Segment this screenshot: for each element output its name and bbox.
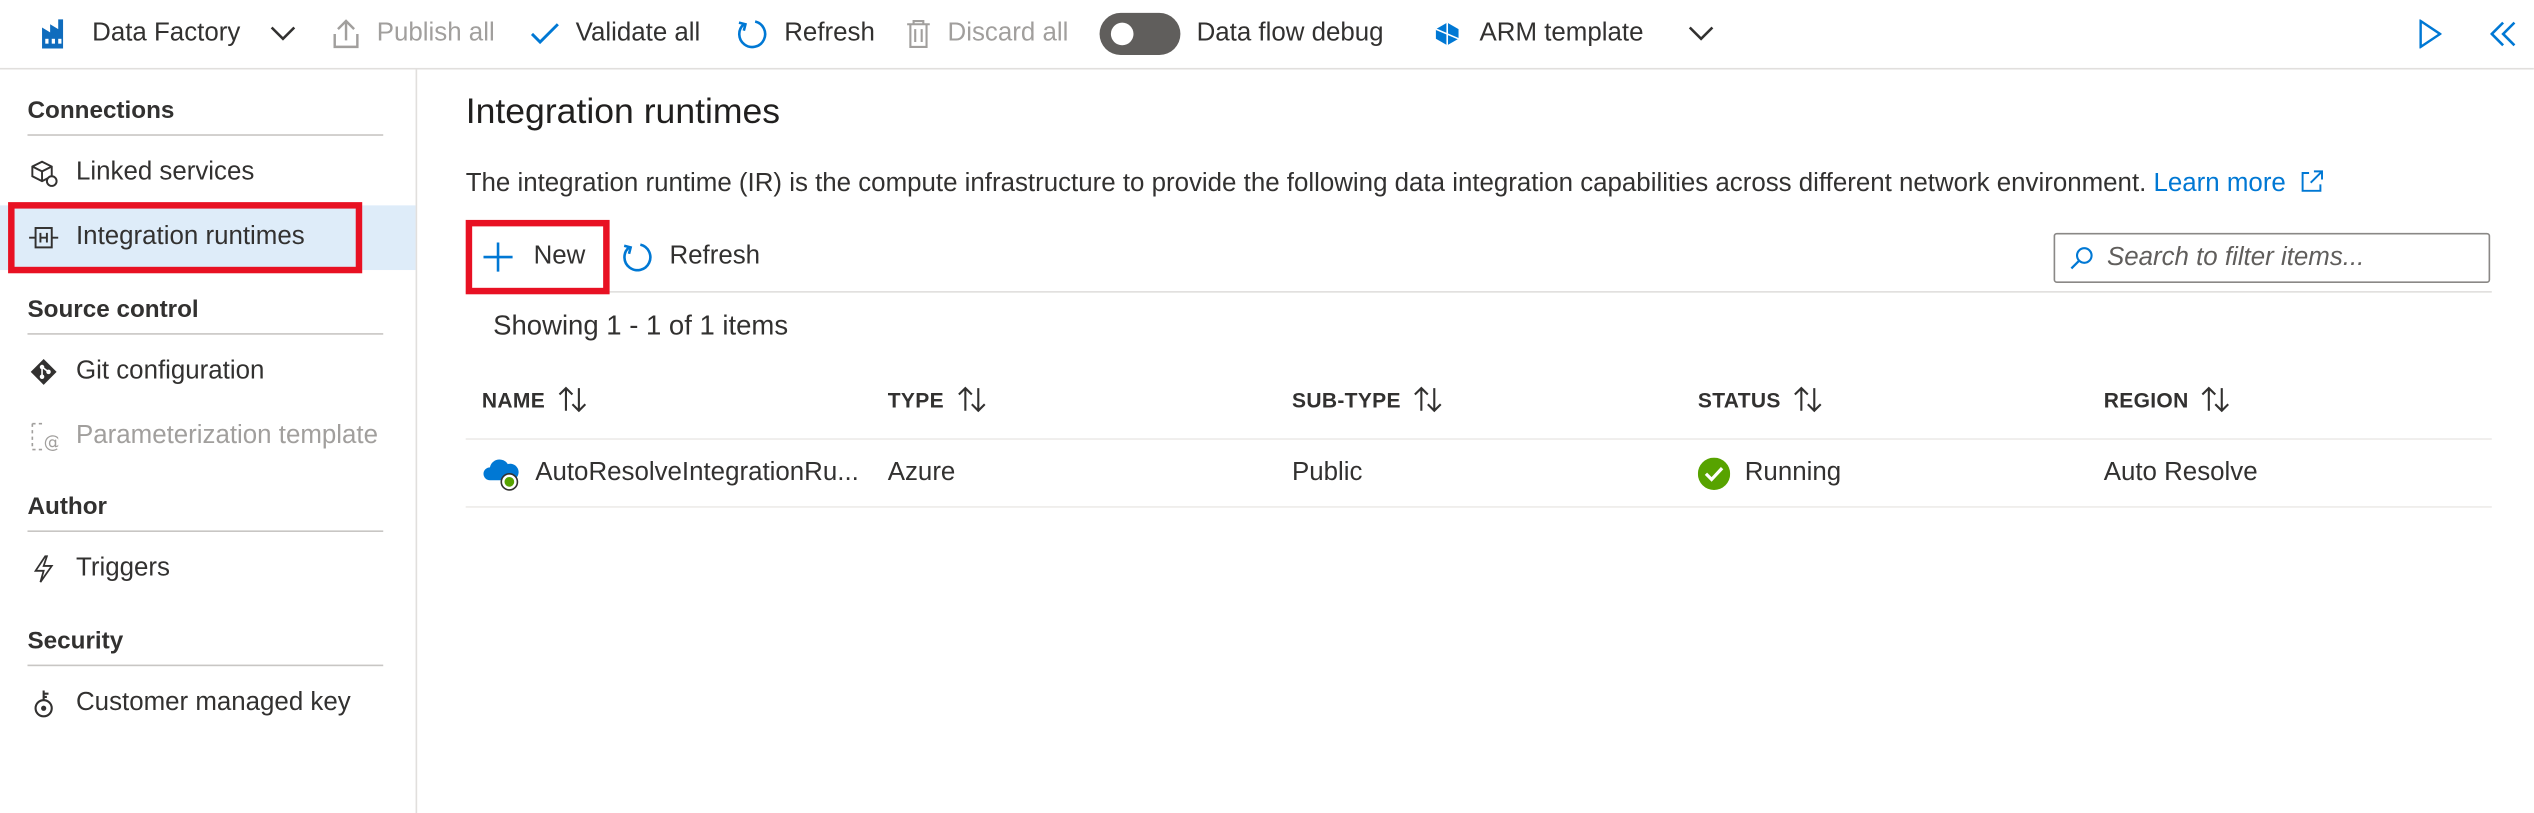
svg-text:@: @ bbox=[44, 432, 59, 451]
new-button[interactable]: New bbox=[482, 223, 586, 291]
nav-item-parameterization-template[interactable]: @ Parameterization template bbox=[0, 404, 416, 469]
nav-item-git-configuration[interactable]: Git configuration bbox=[0, 340, 416, 405]
integration-runtimes-table: NAME TYPE SUB-TYPE STATUS REGION AutoRes… bbox=[465, 361, 2492, 508]
validate-all-button[interactable]: Validate all bbox=[530, 0, 700, 68]
learn-more-label: Learn more bbox=[2153, 169, 2286, 198]
discard-all-button[interactable]: Discard all bbox=[906, 0, 1069, 68]
nav-label: Triggers bbox=[75, 554, 170, 583]
sort-icon[interactable] bbox=[558, 386, 587, 413]
validate-all-label: Validate all bbox=[575, 19, 701, 47]
nav-item-customer-managed-key[interactable]: Customer managed key bbox=[0, 671, 416, 736]
column-header-sub-type[interactable]: SUB-TYPE bbox=[1292, 361, 1443, 439]
success-check-icon bbox=[1697, 456, 1731, 490]
nav-item-integration-runtimes[interactable]: Integration runtimes bbox=[0, 205, 416, 271]
left-nav: Connections Linked services Integration … bbox=[0, 69, 418, 813]
arm-template-label: ARM template bbox=[1479, 19, 1644, 47]
plus-icon bbox=[482, 241, 514, 273]
table-row[interactable]: AutoResolveIntegrationRu... Azure Public… bbox=[465, 440, 2492, 508]
publish-all-button[interactable]: Publish all bbox=[331, 0, 495, 68]
column-header-region[interactable]: REGION bbox=[2104, 361, 2231, 439]
factory-label: Data Factory bbox=[92, 19, 241, 47]
double-chevron-left-icon bbox=[2490, 21, 2516, 47]
section-source-control: Source control bbox=[27, 296, 384, 335]
collapse-panel-button[interactable] bbox=[2490, 0, 2516, 68]
trash-icon bbox=[906, 18, 932, 50]
data-flow-debug-toggle[interactable]: Data flow debug bbox=[1099, 0, 1384, 68]
chevron-down-icon[interactable] bbox=[269, 26, 295, 42]
column-header-type[interactable]: TYPE bbox=[888, 361, 986, 439]
toolbar-refresh-label: Refresh bbox=[784, 19, 875, 47]
section-connections: Connections bbox=[27, 97, 384, 136]
linked-services-icon bbox=[27, 157, 59, 189]
cell-type: Azure bbox=[887, 458, 956, 486]
cell-name[interactable]: AutoResolveIntegrationRu... bbox=[482, 440, 859, 506]
data-flow-debug-label: Data flow debug bbox=[1196, 19, 1384, 47]
filter-search-box[interactable] bbox=[2053, 232, 2491, 283]
main-content: Integration runtimes The integration run… bbox=[417, 70, 2534, 813]
column-label: STATUS bbox=[1697, 387, 1781, 412]
search-input[interactable] bbox=[2103, 241, 2483, 275]
nav-label: Linked services bbox=[75, 158, 255, 186]
cell-region: Auto Resolve bbox=[2103, 458, 2258, 486]
learn-more-link[interactable]: Learn more bbox=[2154, 170, 2324, 197]
play-icon bbox=[2419, 19, 2442, 49]
refresh-button-label: Refresh bbox=[669, 242, 761, 271]
key-icon bbox=[27, 687, 59, 719]
column-label: SUB-TYPE bbox=[1291, 387, 1401, 412]
page-description: The integration runtime (IR) is the comp… bbox=[466, 170, 2324, 202]
azure-cloud-runtime-icon bbox=[482, 455, 521, 491]
table-header: NAME TYPE SUB-TYPE STATUS REGION bbox=[465, 361, 2492, 440]
section-author: Author bbox=[27, 493, 384, 532]
arm-template-icon bbox=[1434, 21, 1460, 47]
data-factory-icon bbox=[40, 18, 76, 50]
nav-label: Integration runtimes bbox=[75, 223, 305, 251]
column-label: REGION bbox=[2103, 387, 2189, 412]
sort-icon[interactable] bbox=[1414, 386, 1443, 413]
sort-icon[interactable] bbox=[2202, 386, 2231, 413]
column-label: TYPE bbox=[887, 387, 944, 412]
discard-all-label: Discard all bbox=[947, 19, 1069, 47]
parameterization-icon: @ bbox=[27, 420, 59, 452]
nav-item-linked-services[interactable]: Linked services bbox=[0, 141, 416, 206]
nav-label: Customer managed key bbox=[75, 688, 351, 717]
new-button-label: New bbox=[533, 242, 586, 271]
nav-label: Parameterization template bbox=[75, 422, 378, 450]
refresh-button[interactable]: Refresh bbox=[621, 223, 760, 291]
chevron-down-icon[interactable] bbox=[1689, 26, 1715, 42]
run-play-button[interactable] bbox=[2419, 0, 2442, 68]
top-toolbar: Data Factory Publish all Validate all Re… bbox=[0, 0, 2534, 70]
runtime-name[interactable]: AutoResolveIntegrationRu... bbox=[535, 458, 859, 487]
nav-item-triggers[interactable]: Triggers bbox=[0, 537, 416, 602]
column-header-name[interactable]: NAME bbox=[482, 361, 587, 439]
sort-icon[interactable] bbox=[1794, 386, 1823, 413]
column-label: NAME bbox=[481, 387, 546, 412]
nav-label: Git configuration bbox=[75, 357, 265, 385]
external-link-icon bbox=[2300, 170, 2324, 202]
integration-runtime-icon bbox=[27, 222, 59, 254]
publish-icon bbox=[331, 18, 360, 50]
factory-selector[interactable]: Data Factory bbox=[40, 0, 295, 68]
cell-status: Running bbox=[1697, 440, 1842, 506]
toggle-switch[interactable] bbox=[1099, 12, 1181, 55]
sort-icon[interactable] bbox=[957, 386, 986, 413]
column-header-status[interactable]: STATUS bbox=[1698, 361, 1823, 439]
checkmark-icon bbox=[530, 21, 559, 47]
refresh-icon bbox=[736, 18, 768, 50]
toolbar-refresh-button[interactable]: Refresh bbox=[736, 0, 875, 68]
refresh-icon bbox=[621, 241, 653, 273]
cell-sub-type: Public bbox=[1291, 458, 1363, 486]
status-label: Running bbox=[1744, 458, 1842, 486]
git-icon bbox=[27, 356, 59, 388]
section-security: Security bbox=[27, 627, 384, 667]
publish-all-label: Publish all bbox=[376, 19, 495, 47]
items-count: Showing 1 - 1 of 1 items bbox=[493, 310, 789, 342]
search-icon bbox=[2070, 246, 2094, 270]
lightning-icon bbox=[27, 553, 59, 585]
description-text: The integration runtime (IR) is the comp… bbox=[465, 169, 2147, 198]
arm-template-menu[interactable]: ARM template bbox=[1434, 0, 1714, 68]
page-title: Integration runtimes bbox=[465, 90, 781, 131]
